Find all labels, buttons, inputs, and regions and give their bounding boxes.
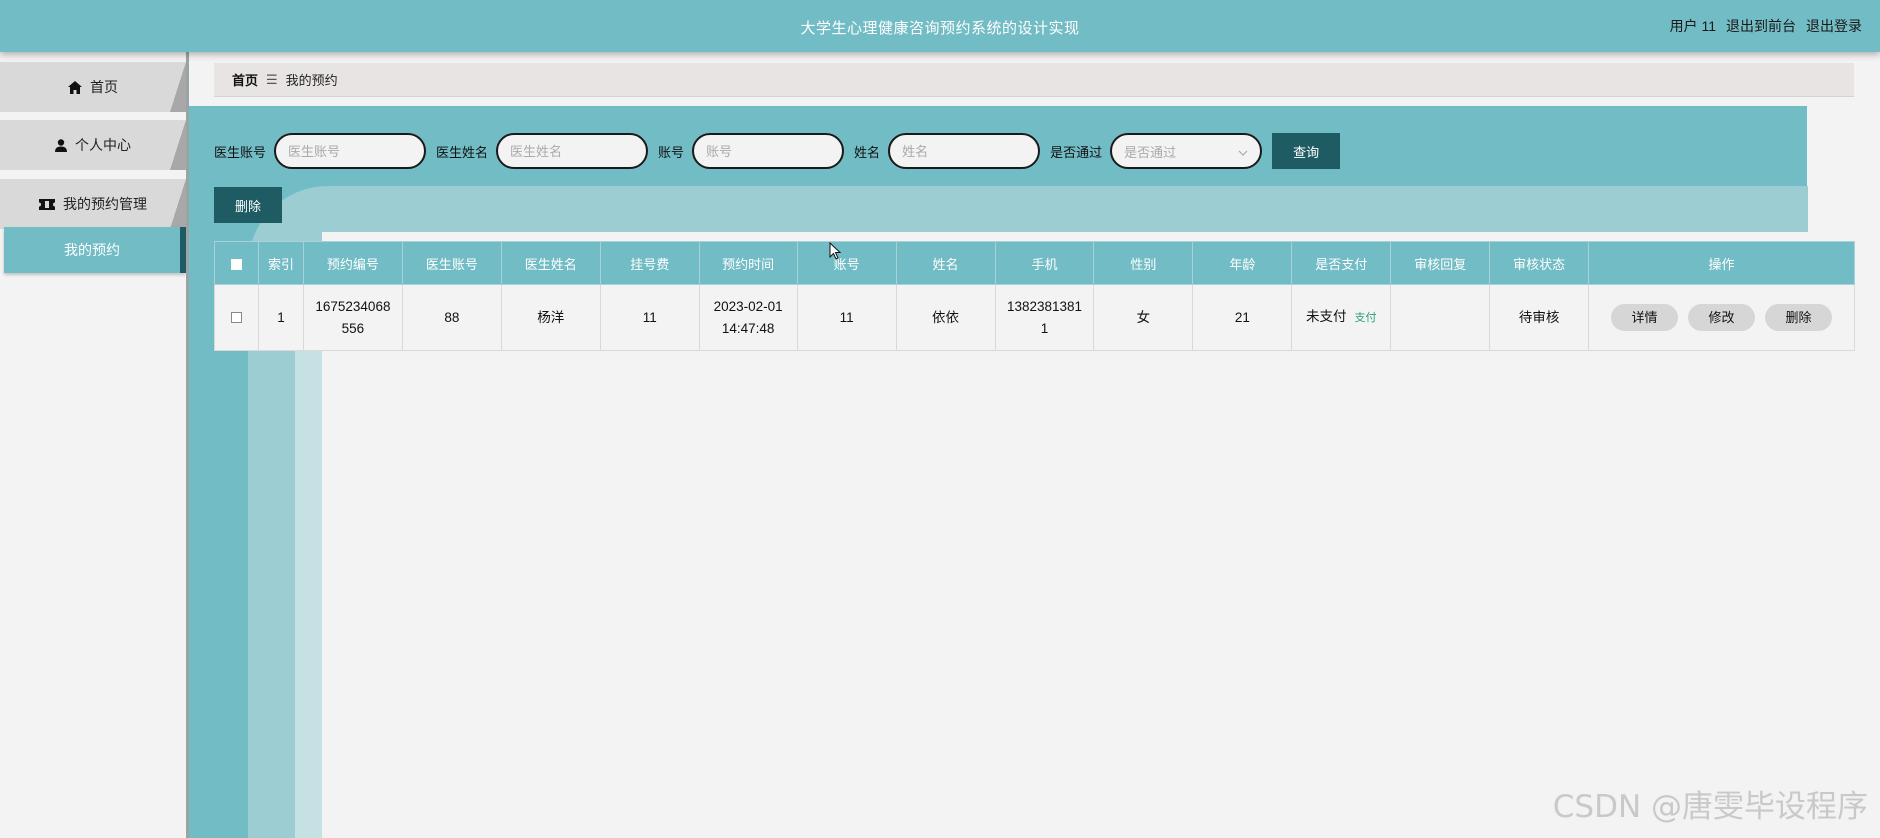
- logout-link[interactable]: 退出登录: [1806, 16, 1862, 36]
- app-title: 大学生心理健康咨询预约系统的设计实现: [800, 20, 1080, 37]
- breadcrumb: 首页 ☰ 我的预约: [214, 63, 1854, 97]
- ticket-icon: [39, 198, 55, 210]
- table-header-row: 索引 预约编号 医生账号 医生姓名 挂号费 预约时间 账号 姓名 手机 性别 年…: [214, 241, 1855, 285]
- sidebar-item-home[interactable]: 首页: [0, 62, 186, 112]
- cell-doctor-name: 杨洋: [500, 284, 601, 351]
- query-button[interactable]: 查询: [1272, 133, 1341, 169]
- home-icon: [68, 80, 82, 94]
- column-header: 姓名: [895, 241, 996, 285]
- column-header: 索引: [257, 241, 304, 285]
- cell-review-status: 待审核: [1489, 284, 1590, 351]
- sidebar-item-label: 个人中心: [75, 137, 131, 153]
- cell-gender: 女: [1093, 284, 1194, 351]
- column-header: 医生账号: [401, 241, 502, 285]
- column-header: 年龄: [1192, 241, 1293, 285]
- sidebar-item-profile[interactable]: 个人中心: [0, 120, 186, 170]
- chevron-down-icon: [1238, 144, 1248, 159]
- account-input[interactable]: [692, 133, 845, 169]
- select-all-cell[interactable]: [214, 241, 259, 285]
- name-input[interactable]: [888, 133, 1041, 169]
- detail-button[interactable]: 详情: [1611, 304, 1679, 331]
- cell-doctor-account: 88: [401, 284, 502, 351]
- account-label: 账号: [658, 144, 685, 160]
- top-header: 大学生心理健康咨询预约系统的设计实现 用户 11 退出到前台 退出登录: [0, 0, 1880, 52]
- column-header: 操作: [1588, 241, 1855, 285]
- username-label: 用户 11: [1669, 18, 1716, 34]
- cell-phone: 13823813811: [994, 284, 1095, 351]
- cell-age: 21: [1192, 284, 1293, 351]
- cell-paid: 未支付 支付: [1291, 284, 1392, 351]
- approved-label: 是否通过: [1050, 144, 1103, 160]
- user-area: 用户 11 退出到前台 退出登录: [1670, 16, 1862, 36]
- name-label: 姓名: [854, 144, 881, 160]
- select-all-checkbox[interactable]: [230, 258, 242, 270]
- column-header: 审核回复: [1390, 241, 1491, 285]
- cell-name: 依依: [895, 284, 996, 351]
- cell-account: 11: [796, 284, 897, 351]
- approved-select[interactable]: 是否通过: [1110, 133, 1263, 169]
- column-header: 医生姓名: [500, 241, 601, 285]
- sidebar-divider: [186, 52, 189, 838]
- doctor-account-label: 医生账号: [214, 144, 267, 160]
- row-checkbox[interactable]: [230, 312, 242, 324]
- doctor-account-input[interactable]: [274, 133, 427, 169]
- doctor-name-input[interactable]: [496, 133, 649, 169]
- breadcrumb-current: 我的预约: [285, 73, 338, 88]
- column-header: 挂号费: [599, 241, 700, 285]
- column-header: 性别: [1093, 241, 1194, 285]
- cell-index: 1: [257, 284, 304, 351]
- sidebar-subitem-my-appointments[interactable]: 我的预约: [4, 227, 186, 273]
- user-icon: [55, 138, 67, 152]
- search-bar: 医生账号 医生姓名 账号 姓名 是否通过 是否通过 查询: [214, 133, 1341, 169]
- time-text: 2023-02-01 14:47:48: [713, 298, 783, 336]
- column-header: 账号: [796, 241, 897, 285]
- sidebar-item-label: 我的预约管理: [63, 196, 147, 212]
- sidebar: 首页 个人中心 我的预约管理 我的预约: [0, 52, 188, 838]
- cell-time: 2023-02-01 14:47:48: [698, 284, 798, 351]
- phone-text: 13823813811: [1006, 298, 1083, 336]
- approved-select-placeholder: 是否通过: [1124, 144, 1177, 160]
- column-header: 手机: [994, 241, 1095, 285]
- watermark: CSDN @唐雯毕设程序: [1552, 789, 1868, 825]
- row-select-cell[interactable]: [214, 284, 259, 351]
- breadcrumb-separator-icon: ☰: [266, 71, 278, 87]
- paid-status: 未支付: [1306, 309, 1347, 324]
- cell-fee: 11: [599, 284, 700, 351]
- column-header: 预约编号: [302, 241, 403, 285]
- cell-operations: 详情 修改 删除: [1588, 284, 1855, 351]
- back-to-front-link[interactable]: 退出到前台: [1726, 16, 1796, 36]
- breadcrumb-home[interactable]: 首页: [232, 70, 258, 89]
- cell-review-reply: [1390, 284, 1491, 351]
- edit-button[interactable]: 修改: [1688, 304, 1756, 331]
- delete-button[interactable]: 删除: [1765, 304, 1833, 331]
- batch-delete-button[interactable]: 删除: [214, 187, 282, 223]
- column-header: 审核状态: [1489, 241, 1590, 285]
- table-row: 1 1675234068556 88 杨洋 11 2023-02-01 14:4…: [214, 284, 1855, 351]
- sidebar-item-label: 首页: [90, 79, 118, 95]
- order-no-text: 1675234068556: [315, 298, 391, 336]
- doctor-name-label: 医生姓名: [436, 144, 489, 160]
- mouse-cursor-icon: [829, 241, 842, 265]
- column-header: 是否支付: [1291, 241, 1392, 285]
- appointments-table: 索引 预约编号 医生账号 医生姓名 挂号费 预约时间 账号 姓名 手机 性别 年…: [214, 241, 1855, 351]
- sidebar-item-appointment-mgmt[interactable]: 我的预约管理: [0, 179, 186, 229]
- cell-order-no: 1675234068556: [302, 284, 403, 351]
- column-header: 预约时间: [698, 241, 798, 285]
- pay-link[interactable]: 支付: [1355, 312, 1377, 324]
